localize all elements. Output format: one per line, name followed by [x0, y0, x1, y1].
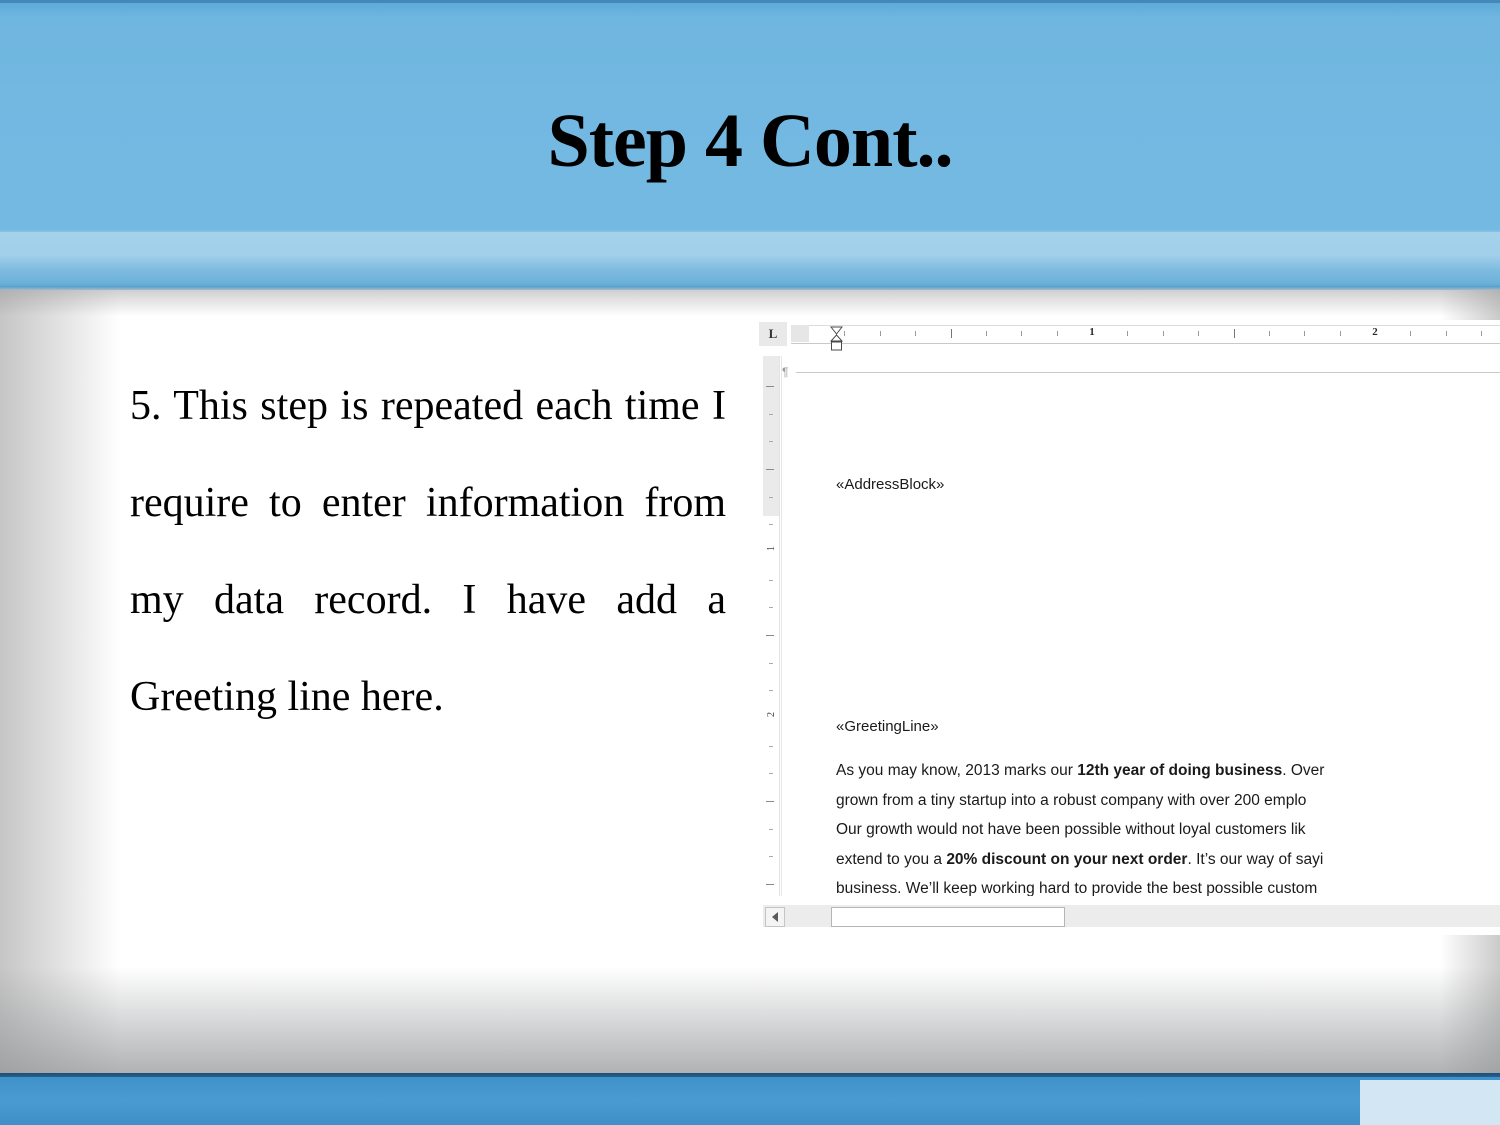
body-vignette-top — [0, 290, 1500, 316]
ruler-tick — [1445, 331, 1447, 336]
vertical-ruler-tick — [766, 635, 774, 636]
ruler-tick — [915, 331, 917, 336]
slide-footer-band — [0, 1077, 1500, 1125]
vertical-ruler-tick — [766, 801, 774, 802]
ruler-tick — [1198, 331, 1200, 336]
ruler-tick — [1481, 331, 1483, 336]
word-document-screenshot: L 1234 12 ¶ «AddressBlock» «GreetingLin — [755, 320, 1500, 935]
ruler-tick — [950, 329, 952, 338]
document-body-text[interactable]: As you may know, 2013 marks our 12th yea… — [836, 756, 1500, 896]
ruler-tick — [1056, 331, 1058, 336]
vertical-ruler-tick — [766, 469, 774, 470]
document-horizontal-scrollbar[interactable] — [763, 905, 1500, 927]
vertical-ruler-number: 2 — [766, 712, 777, 717]
indent-markers-icon[interactable] — [830, 326, 843, 352]
document-page[interactable]: ¶ «AddressBlock» «GreetingLine» As you m… — [781, 356, 1500, 896]
horizontal-ruler-row: L 1234 — [755, 320, 1500, 351]
greeting-line-merge-field[interactable]: «GreetingLine» — [836, 718, 939, 735]
document-text-line: Our growth would not have been possible … — [836, 821, 1306, 838]
ruler-tick — [879, 331, 881, 336]
ruler-tick — [1233, 329, 1235, 338]
ruler-number: 2 — [1372, 326, 1378, 338]
vertical-ruler-tick — [769, 441, 773, 443]
vertical-ruler-tick — [769, 662, 773, 664]
vertical-ruler-tick — [769, 413, 773, 415]
ruler-tick — [1162, 331, 1164, 336]
ruler-tick — [844, 331, 846, 336]
horizontal-scrollbar-thumb[interactable] — [831, 907, 1065, 927]
document-text-line: extend to you a 20% discount on your nex… — [836, 850, 1324, 868]
ruler-tick — [1304, 331, 1306, 336]
vertical-ruler-number: 1 — [766, 546, 777, 551]
ruler-tick — [1127, 331, 1129, 336]
ruler-tick — [1410, 331, 1412, 336]
scroll-left-arrow-icon[interactable] — [765, 907, 785, 927]
vertical-ruler-tick — [769, 690, 773, 692]
ruler-ticks: 1234 — [791, 325, 1500, 342]
vertical-ruler-margin — [763, 356, 779, 516]
document-text-line: As you may know, 2013 marks our 12th yea… — [836, 762, 1325, 779]
vertical-ruler-tick — [769, 773, 773, 775]
vertical-ruler-tick — [769, 828, 773, 830]
ruler-number: 1 — [1089, 326, 1095, 338]
body-vignette-left — [0, 290, 120, 1077]
vertical-ruler-tick — [769, 579, 773, 581]
tab-stop-selector[interactable]: L — [759, 322, 787, 346]
page-title: Step 4 Cont.. — [547, 99, 953, 183]
slide-body-text: 5. This step is repeated each time I req… — [130, 383, 726, 720]
presentation-slide: Step 4 Cont.. 5. This step is repeated e… — [0, 0, 1500, 1125]
vertical-ruler-tick — [769, 856, 773, 858]
vertical-ruler-tick — [766, 884, 774, 885]
vertical-ruler[interactable]: 12 — [763, 356, 780, 896]
page-top-margin-line — [796, 372, 1500, 373]
ruler-tick — [1021, 331, 1023, 336]
body-vignette-bottom — [0, 967, 1500, 1077]
header-top-edge — [0, 0, 1500, 3]
ruler-tick — [1268, 331, 1270, 336]
horizontal-ruler[interactable]: 1234 — [791, 325, 1500, 351]
document-text-line: business. We’ll keep working hard to pro… — [836, 880, 1318, 896]
footer-accent-box — [1360, 1080, 1500, 1125]
paragraph-mark-icon: ¶ — [782, 365, 789, 379]
ruler-tick — [985, 331, 987, 336]
document-text-line: grown from a tiny startup into a robust … — [836, 791, 1307, 809]
ruler-tick — [1339, 331, 1341, 336]
vertical-ruler-tick — [769, 745, 773, 747]
vertical-ruler-tick — [769, 607, 773, 609]
vertical-ruler-tick — [766, 386, 774, 387]
vertical-ruler-tick — [769, 524, 773, 526]
vertical-ruler-tick — [769, 496, 773, 498]
header-sheen — [0, 232, 1500, 284]
address-block-merge-field[interactable]: «AddressBlock» — [836, 476, 944, 493]
